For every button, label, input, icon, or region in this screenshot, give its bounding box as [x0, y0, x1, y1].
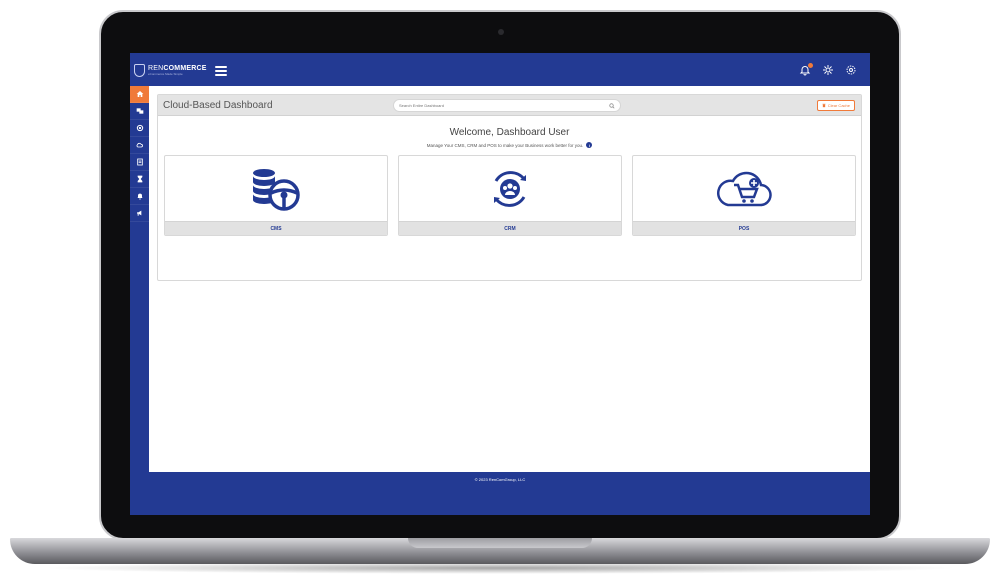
home-icon	[136, 91, 143, 97]
settings-button[interactable]	[844, 63, 858, 77]
sidebar-item-home[interactable]	[130, 86, 149, 103]
cloud-cart-icon	[716, 171, 772, 207]
page-title: Cloud-Based Dashboard	[163, 100, 273, 111]
megaphone-icon	[136, 210, 141, 216]
app-screen: RENCOMMERCE eCommerce Made Simple Cloud-…	[130, 53, 870, 515]
trash-icon	[822, 103, 826, 108]
welcome-subtext: Manage Your CMS, CRM and POS to make you…	[158, 142, 861, 148]
crm-card[interactable]: CRM	[398, 155, 622, 236]
bell-icon	[136, 193, 143, 200]
clear-cache-label: Clear Cache	[827, 103, 850, 108]
cms-card[interactable]: CMS	[164, 155, 388, 236]
dashboard-icon	[136, 108, 143, 114]
document-icon	[136, 158, 143, 166]
sidebar-item-documents[interactable]	[130, 154, 149, 171]
panel-header: Cloud-Based Dashboard Clear Cache	[158, 95, 861, 116]
integrations-icon	[136, 124, 143, 132]
menu-toggle-button[interactable]	[215, 66, 227, 76]
dashboard-panel: Cloud-Based Dashboard Clear Cache Welcom…	[157, 94, 862, 281]
welcome-heading: Welcome, Dashboard User	[449, 127, 570, 138]
camera-icon	[498, 29, 504, 35]
module-cards: CMS CRM POS	[164, 155, 856, 236]
pos-card[interactable]: POS	[632, 155, 856, 236]
sidebar-item-dashboard[interactable]	[130, 103, 149, 120]
brand-tagline: eCommerce Made Simple	[148, 72, 183, 76]
info-icon[interactable]: i	[586, 142, 593, 148]
sidebar-item-announcements[interactable]	[130, 205, 149, 222]
main-content: Cloud-Based Dashboard Clear Cache Welcom…	[149, 86, 870, 472]
hamburger-icon	[215, 66, 227, 68]
laptop-notch	[408, 538, 592, 548]
search-box[interactable]	[393, 99, 621, 112]
hourglass-icon	[137, 175, 142, 183]
footer: © 2023 RenComGroup, LLC	[130, 472, 870, 515]
network-settings-button[interactable]	[821, 63, 835, 77]
brand-logo[interactable]: RENCOMMERCE eCommerce Made Simple	[134, 64, 207, 77]
sidebar-item-cloud[interactable]	[130, 137, 149, 154]
top-navbar: RENCOMMERCE eCommerce Made Simple	[130, 53, 870, 86]
crm-card-label: CRM	[399, 221, 621, 235]
notifications-button[interactable]	[798, 63, 813, 77]
search-icon[interactable]	[609, 102, 615, 109]
copyright-text: © 2023 RenComGroup, LLC	[474, 477, 526, 482]
cms-card-label: CMS	[165, 221, 387, 235]
settings-icon	[846, 65, 856, 75]
sidebar-item-scheduler[interactable]	[130, 171, 149, 188]
sidebar-item-alerts[interactable]	[130, 188, 149, 205]
people-cycle-icon	[494, 171, 526, 207]
brand-name: RENCOMMERCE	[148, 65, 207, 72]
pos-card-label: POS	[633, 221, 855, 235]
shield-icon	[134, 64, 145, 77]
sidebar-item-integrations[interactable]	[130, 120, 149, 137]
clear-cache-button[interactable]: Clear Cache	[816, 100, 855, 111]
network-gear-icon	[823, 65, 833, 75]
notification-badge	[808, 63, 813, 68]
database-steering-wheel-icon	[253, 169, 300, 211]
cloud-icon	[136, 142, 143, 148]
search-input[interactable]	[399, 103, 609, 108]
sidebar	[130, 86, 149, 472]
